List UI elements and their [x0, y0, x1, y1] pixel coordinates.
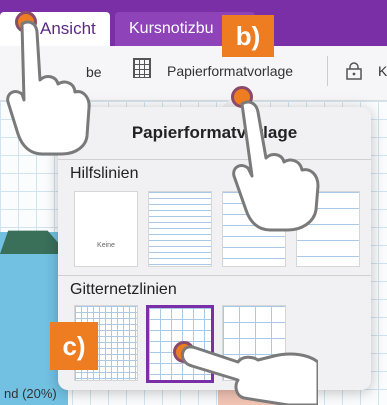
tapping-hand-icon — [232, 100, 320, 232]
template-none-label: Keine — [97, 242, 115, 249]
toolbar-partial-right-label[interactable]: K — [378, 63, 387, 79]
tapping-hand-icon — [180, 345, 318, 405]
template-lines-small[interactable] — [148, 191, 212, 267]
canvas-legend-text: nd (20%) — [4, 386, 57, 401]
step-badge-b: b) — [222, 15, 274, 57]
template-none[interactable]: Keine — [74, 191, 138, 267]
tab-kursnotizbuch-label: Kursnotizbu — [129, 20, 214, 37]
toolbar-divider — [327, 56, 328, 86]
paper-format-button[interactable]: Papierformatvorlage — [167, 63, 293, 79]
paper-grid-icon[interactable] — [133, 58, 151, 78]
popover-divider — [58, 275, 371, 276]
lock-icon[interactable] — [345, 62, 363, 80]
step-badge-c: c) — [50, 322, 98, 370]
tapping-hand-icon — [6, 20, 91, 156]
section-gitternetzlinien-label: Gitternetzlinien — [70, 281, 177, 298]
section-hilfslinien-label: Hilfslinien — [70, 165, 139, 182]
